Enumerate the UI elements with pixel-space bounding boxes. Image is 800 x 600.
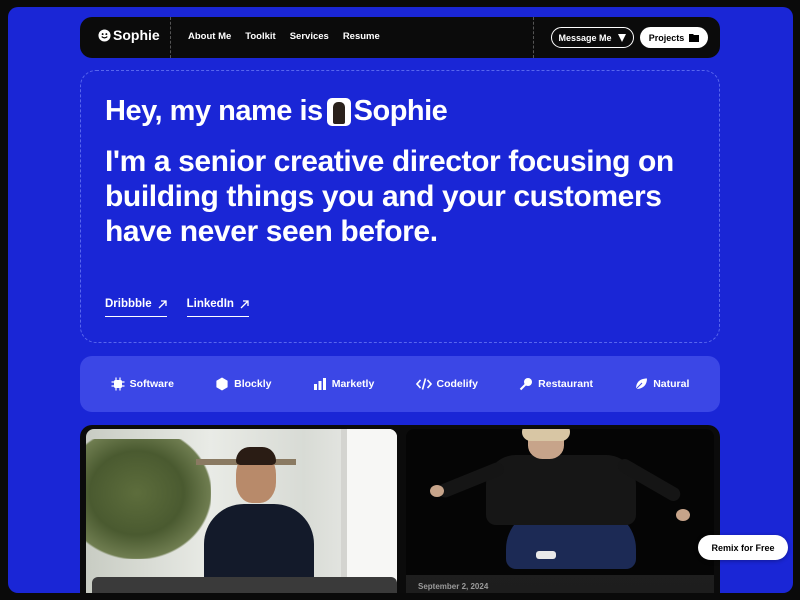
project-date-bar [92, 577, 397, 593]
send-icon [617, 33, 626, 42]
project-image-window [341, 429, 397, 593]
project-card[interactable] [86, 429, 397, 593]
dribbble-link[interactable]: Dribbble [105, 298, 167, 317]
code-icon [415, 378, 432, 390]
smiley-icon [98, 28, 111, 42]
bar-chart-icon [313, 378, 326, 390]
top-navbar: Sophie About Me Toolkit Services Resume … [80, 17, 720, 58]
projects-button[interactable]: Projects [640, 27, 708, 48]
logo-label: Codelify [436, 378, 478, 390]
logo-label: Software [129, 378, 174, 390]
project-image-hand [430, 485, 444, 497]
logo-label: Restaurant [538, 378, 593, 390]
linkedin-label: LinkedIn [186, 298, 234, 310]
page-frame: Sophie About Me Toolkit Services Resume … [8, 7, 793, 593]
logo-label: Marketly [331, 378, 375, 390]
nav-link-toolkit[interactable]: Toolkit [245, 31, 275, 42]
logo-marketly: Marketly [313, 377, 375, 391]
remix-button[interactable]: Remix for Free [698, 535, 788, 560]
project-image-plant [86, 439, 211, 559]
nav-link-resume[interactable]: Resume [343, 31, 380, 42]
logo-label: Blockly [234, 378, 272, 390]
project-card[interactable]: September 2, 2024 [406, 429, 714, 593]
hero-headline: I'm a senior creative director focusing … [105, 145, 674, 248]
project-image-person-hair [522, 429, 570, 441]
project-date: September 2, 2024 [406, 575, 714, 593]
logo-codelify: Codelify [415, 377, 478, 391]
logo-blockly: Blockly [215, 377, 272, 391]
projects-label: Projects [648, 32, 685, 43]
message-me-button[interactable]: Message Me [551, 27, 634, 48]
folder-icon [689, 34, 700, 42]
greeting-name: Sophie [353, 95, 448, 127]
project-image-hand [676, 509, 690, 521]
dribbble-label: Dribbble [105, 298, 152, 310]
spoon-icon [519, 378, 533, 391]
nav-links: About Me Toolkit Services Resume [188, 31, 380, 42]
arrow-up-right-icon [158, 299, 167, 308]
nav-divider [533, 17, 534, 58]
projects-section: September 2, 2024 [80, 425, 720, 593]
logo-natural: Natural [634, 377, 689, 391]
brand-name: Sophie [113, 27, 160, 43]
brand-logo[interactable]: Sophie [98, 27, 160, 43]
logo-restaurant: Restaurant [519, 377, 593, 391]
logo-label: Natural [653, 378, 690, 390]
arrow-up-right-icon [240, 299, 249, 308]
project-image-shoe [536, 551, 556, 559]
project-image-person-hair [236, 447, 276, 465]
chip-icon [111, 377, 125, 391]
social-links: Dribbble LinkedIn [105, 298, 249, 317]
logo-software: Software [111, 377, 174, 391]
leaf-icon [635, 378, 648, 390]
avatar [326, 97, 351, 126]
message-me-label: Message Me [558, 32, 612, 43]
linkedin-link[interactable]: LinkedIn [186, 298, 249, 317]
hexagon-icon [216, 377, 228, 391]
nav-link-services[interactable]: Services [290, 31, 329, 42]
client-logo-strip: Software Blockly Marketly Codelify Resta… [80, 356, 720, 412]
nav-link-about[interactable]: About Me [188, 31, 231, 42]
project-image-person [486, 455, 636, 525]
greeting-prefix: Hey, my name is [105, 95, 323, 127]
hero-section: Hey, my name is Sophie I'm a senior crea… [80, 70, 720, 343]
greeting: Hey, my name is Sophie [105, 95, 448, 128]
nav-divider [170, 17, 171, 58]
